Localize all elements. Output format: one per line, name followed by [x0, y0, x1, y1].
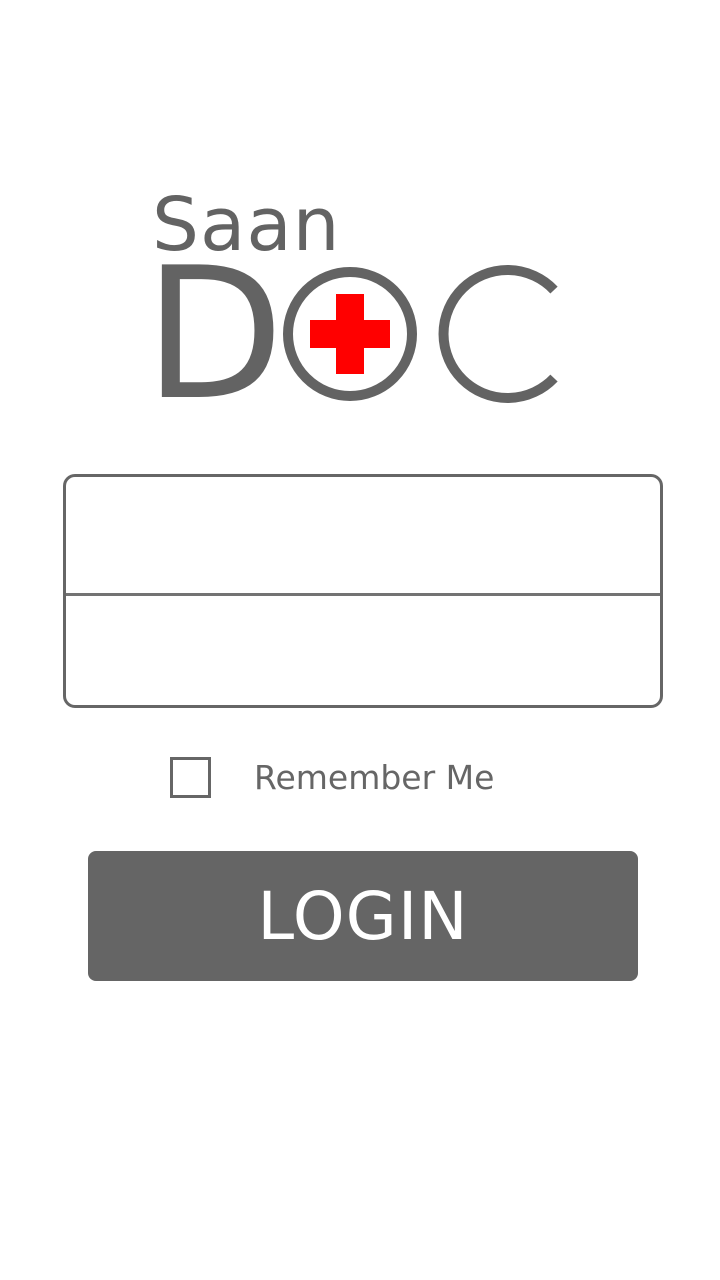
password-field[interactable]	[66, 596, 660, 705]
username-field[interactable]	[66, 477, 660, 593]
remember-me-checkbox[interactable]	[170, 756, 211, 798]
logo-c-letter	[438, 265, 558, 403]
remember-me-label: Remember Me	[254, 757, 495, 797]
remember-me-row: Remember Me	[170, 752, 494, 802]
login-form	[63, 474, 663, 708]
logo-d-letter: D	[150, 262, 284, 407]
logo-saan-text: Saan	[152, 182, 341, 268]
login-button[interactable]: LOGIN	[88, 851, 638, 981]
saandoc-logo: D	[150, 262, 558, 407]
login-screen: Saan D Remember Me LOGIN	[0, 0, 720, 1280]
logo-o-cross	[283, 267, 417, 401]
